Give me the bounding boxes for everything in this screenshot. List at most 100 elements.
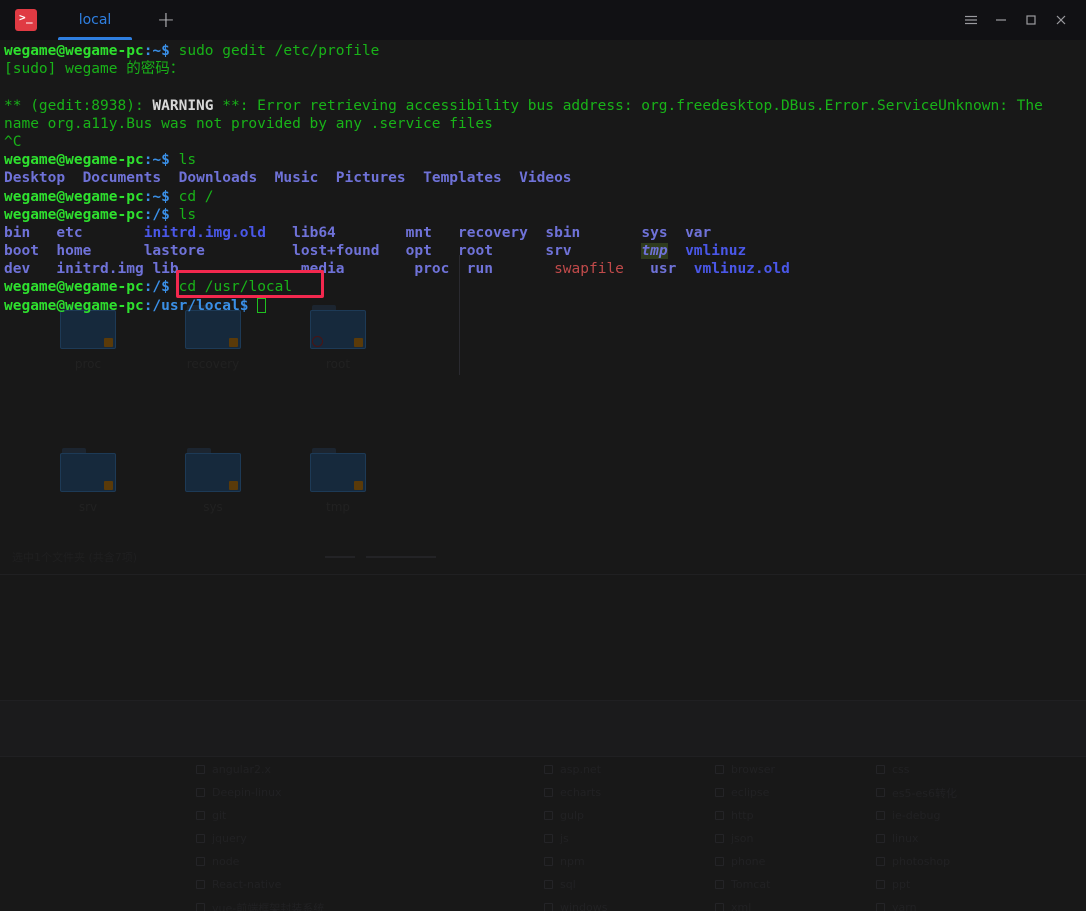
ghost-folder-label: root bbox=[325, 357, 351, 371]
checkbox-icon bbox=[196, 788, 205, 797]
ghost-checkbox-column: css es5-es6转化 ie-debug linux photoshop ppt yar… bbox=[876, 758, 957, 911]
prompt-user-host: wegame@wegame-pc bbox=[4, 206, 144, 223]
checkbox-icon bbox=[544, 834, 553, 843]
ghost-checkbox-item: sql bbox=[544, 873, 607, 896]
prompt-user-host: wegame@wegame-pc bbox=[4, 43, 144, 59]
ghost-checkbox-item: xml bbox=[715, 896, 775, 911]
ghost-checkbox-item: css bbox=[876, 758, 957, 781]
checkbox-icon bbox=[544, 811, 553, 820]
terminal-line: ** (gedit:8938): WARNING **: Error retri… bbox=[4, 97, 1086, 115]
checkbox-icon bbox=[544, 788, 553, 797]
tab-local[interactable]: local bbox=[52, 0, 138, 40]
checkbox-icon bbox=[876, 903, 885, 911]
root-dir-entry: recovery bbox=[458, 224, 528, 241]
terminal-line: [sudo] wegame 的密码： bbox=[4, 60, 1086, 78]
maximize-icon[interactable] bbox=[1016, 0, 1046, 40]
terminal-line: wegame@wegame-pc:/usr/local$ bbox=[4, 297, 1086, 315]
ghost-checkbox-item: React-native bbox=[196, 873, 324, 896]
warning-message: **: Error retrieving accessibility bus a… bbox=[213, 97, 1043, 114]
ghost-divider-2 bbox=[0, 700, 1086, 701]
ghost-folder-item: recovery bbox=[148, 305, 278, 371]
checkbox-icon bbox=[876, 811, 885, 820]
home-dir-entry: Videos bbox=[519, 170, 572, 187]
ghost-checkbox-label: npm bbox=[560, 855, 585, 868]
ghost-checkbox-label: ie-debug bbox=[892, 809, 941, 822]
root-dir-entry: lastore bbox=[143, 243, 205, 260]
titlebar: local + bbox=[0, 0, 1086, 40]
checkbox-icon bbox=[544, 880, 553, 889]
ghost-checkbox-label: photoshop bbox=[892, 855, 951, 868]
ghost-checkbox-column: angular2.x Deepin-linux git jquery node React… bbox=[196, 758, 324, 911]
root-dir-entry: initrd.img.old bbox=[143, 224, 266, 241]
tab-local-label: local bbox=[78, 12, 112, 28]
ghost-checkbox-item: yarn bbox=[876, 896, 957, 911]
terminal-output[interactable]: wegame@wegame-pc:~$ sudo gedit /etc/prof… bbox=[0, 40, 1086, 315]
ghost-checkbox-column: browser eclipse http json phone Tomcat xml bbox=[715, 758, 775, 911]
ghost-checkbox-item: ie-debug bbox=[876, 804, 957, 827]
terminal-window: proc recovery root srv sys tmp 选中1个文件夹 (共含7项)… bbox=[0, 0, 1086, 911]
ghost-checkbox-label: asp.net bbox=[560, 763, 602, 776]
folder-icon bbox=[185, 448, 241, 492]
ghost-checkbox-label: vue-前端框架封装系统 bbox=[212, 901, 325, 911]
ghost-checkbox-label: yarn bbox=[892, 901, 917, 911]
ghost-checkbox-label: browser bbox=[731, 763, 776, 776]
home-dir-entry: Desktop bbox=[4, 170, 66, 187]
checkbox-icon bbox=[196, 903, 205, 911]
ghost-checkbox-item: windows bbox=[544, 896, 607, 911]
prompt-user-host: wegame@wegame-pc bbox=[4, 188, 144, 205]
minimize-icon[interactable] bbox=[986, 0, 1016, 40]
checkbox-icon bbox=[876, 880, 885, 889]
ghost-checkbox-label: http bbox=[731, 809, 754, 822]
ghost-checkbox-label: linux bbox=[892, 832, 919, 845]
checkbox-icon bbox=[715, 834, 724, 843]
checkbox-icon bbox=[196, 834, 205, 843]
ghost-checkbox-item: git bbox=[196, 804, 324, 827]
root-dir-entry: initrd.img bbox=[56, 261, 144, 278]
root-dir-entry: vmlinuz.old bbox=[693, 261, 790, 278]
terminal-line: Desktop Documents Downloads Music Pictur… bbox=[4, 169, 1086, 187]
close-icon[interactable] bbox=[1046, 0, 1076, 40]
terminal-line: dev initrd.img lib media proc run swapfi… bbox=[4, 260, 1086, 278]
home-dir-entry: Downloads bbox=[178, 170, 258, 187]
ghost-checkbox-label: git bbox=[212, 809, 227, 822]
ghost-checkbox-item: es5-es6转化 bbox=[876, 781, 957, 804]
titlebar-drag-region[interactable] bbox=[194, 0, 956, 40]
root-dir-entry: mnt bbox=[405, 224, 432, 241]
hamburger-menu-icon[interactable] bbox=[956, 0, 986, 40]
checkbox-icon bbox=[715, 857, 724, 866]
checkbox-icon bbox=[196, 857, 205, 866]
prompt-path: :~$ bbox=[143, 188, 170, 205]
root-dir-entry: home bbox=[56, 243, 92, 260]
ghost-checkbox-label: angular2.x bbox=[212, 763, 271, 776]
ghost-checkbox-item: json bbox=[715, 827, 775, 850]
checkbox-icon bbox=[876, 765, 885, 774]
prompt-command: ls bbox=[169, 206, 197, 223]
prompt-path: :~$ bbox=[143, 43, 170, 59]
ghost-checkbox-item: Deepin-linux bbox=[196, 781, 324, 804]
ghost-checkbox-item: angular2.x bbox=[196, 758, 324, 781]
ghost-checkbox-label: Tomcat bbox=[731, 878, 771, 891]
ghost-checkbox-label: xml bbox=[731, 901, 752, 911]
root-dir-entry: proc bbox=[414, 261, 450, 278]
ghost-checkbox-label: css bbox=[892, 763, 910, 776]
home-dir-entry: Pictures bbox=[335, 170, 406, 187]
ghost-checkbox-label: eclipse bbox=[731, 786, 770, 799]
root-dir-entry: etc bbox=[56, 224, 83, 241]
ghost-checkbox-item: photoshop bbox=[876, 850, 957, 873]
new-tab-button[interactable]: + bbox=[138, 0, 194, 40]
prompt-command: cd /usr/local bbox=[169, 279, 293, 296]
root-dir-entry: vmlinuz bbox=[685, 243, 747, 260]
root-dir-entry: lib bbox=[152, 261, 179, 278]
